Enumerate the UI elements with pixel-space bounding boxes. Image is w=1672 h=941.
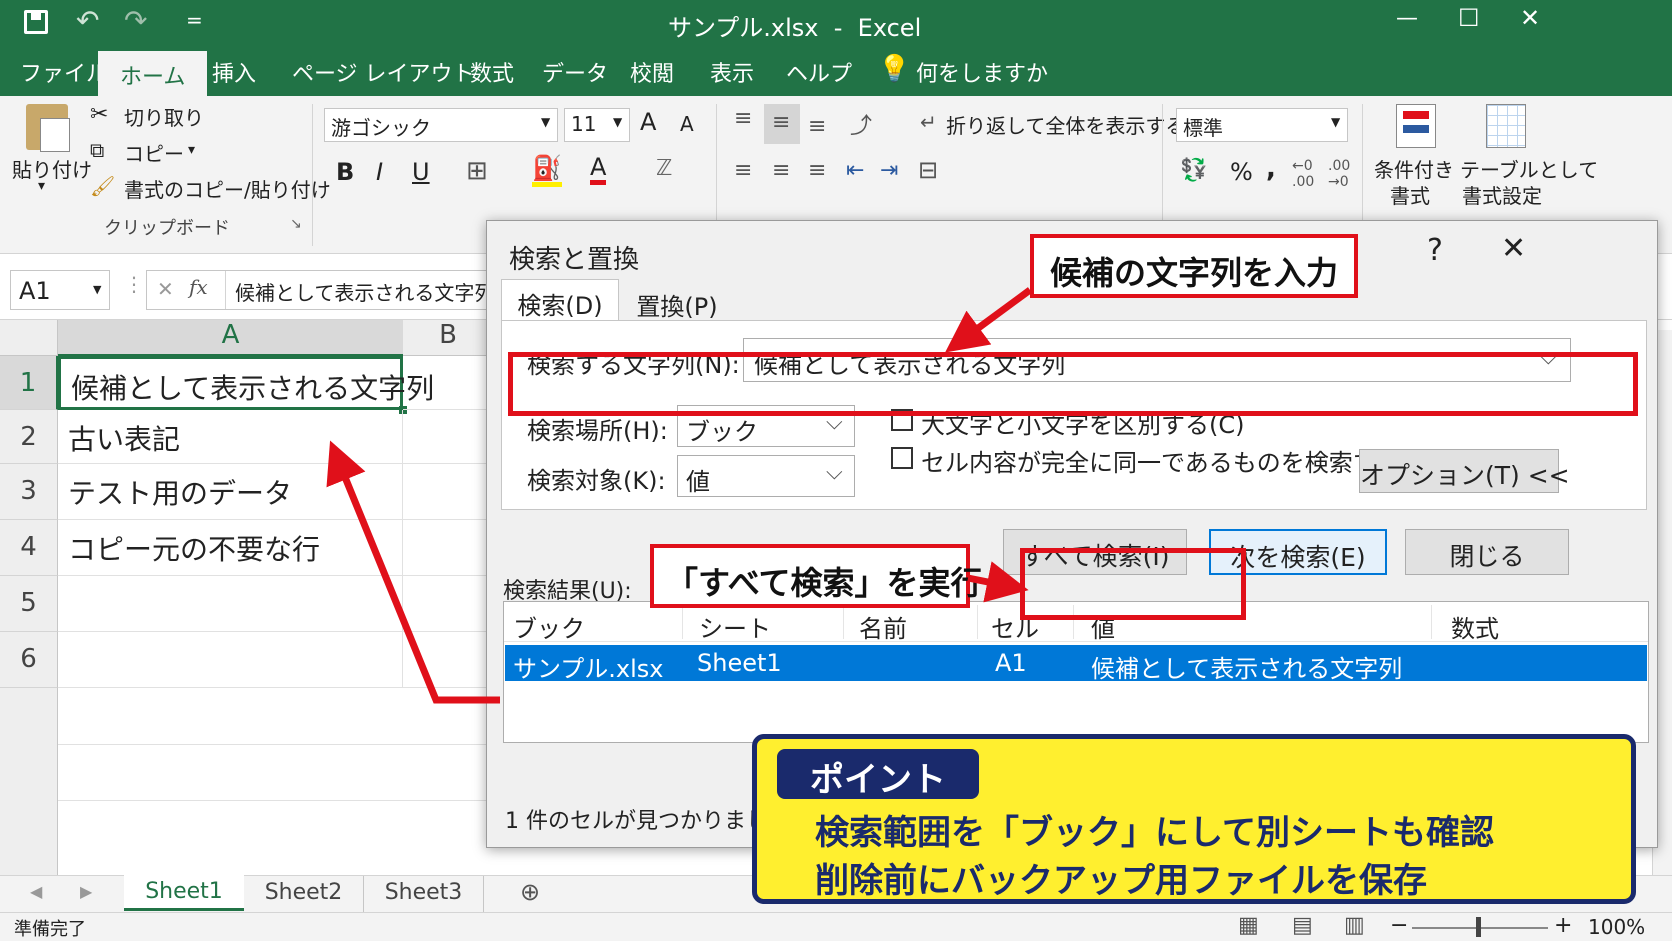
point-line-1: 検索範囲を「ブック」にして別シートも確認 xyxy=(815,813,1494,853)
point-label: ポイント xyxy=(777,749,979,800)
point-line-2: 削除前にバックアップ用ファイルを保存 xyxy=(815,861,1427,901)
arrow-to-cell-a1 xyxy=(326,440,500,704)
point-box: ポイント 検索範囲を「ブック」にして別シートも確認 削除前にバックアップ用ファイ… xyxy=(752,734,1636,904)
arrow-to-find-all xyxy=(967,561,1029,603)
point-label-text: ポイント xyxy=(810,760,946,800)
arrow-to-input xyxy=(945,287,1033,353)
